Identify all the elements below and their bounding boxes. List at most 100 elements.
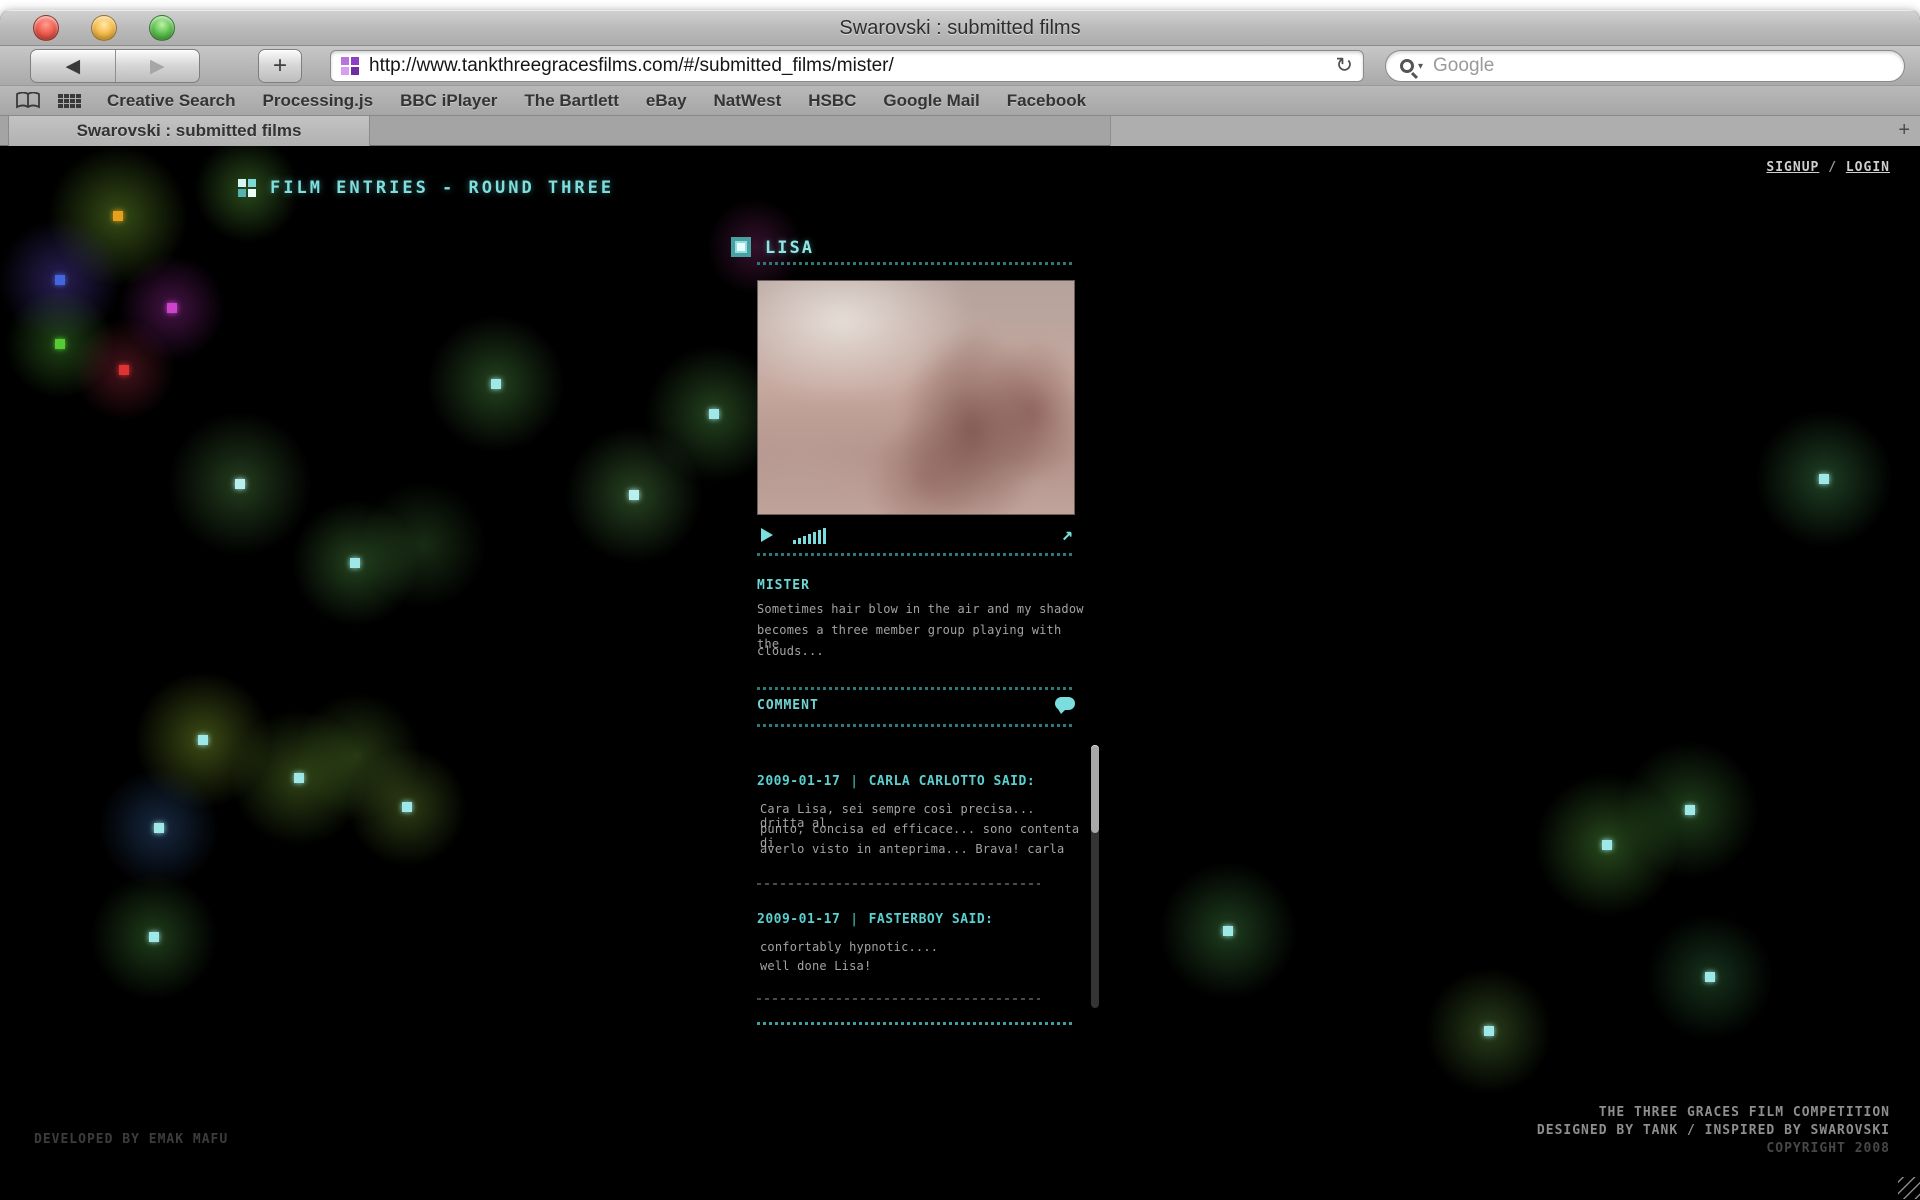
comment-header-separator: | — [850, 912, 859, 927]
film-entry-dot[interactable] — [629, 490, 639, 500]
new-tab-button[interactable]: + — [1898, 119, 1910, 142]
bookmark-items: Creative Search Processing.js BBC iPlaye… — [107, 91, 1086, 111]
titlebar[interactable]: Swarovski : submitted films — [0, 10, 1920, 46]
comments-scrollbar[interactable] — [1091, 745, 1099, 1008]
film-dot-glow — [187, 146, 307, 250]
credit-line: THE THREE GRACES FILM COMPETITION — [1598, 1105, 1890, 1120]
scrollbar-thumb[interactable] — [1091, 745, 1099, 833]
film-entry-dot[interactable] — [1705, 972, 1715, 982]
film-entry-dot[interactable] — [55, 275, 65, 285]
comment-separator-dashed — [757, 998, 1040, 1000]
film-entry-dot[interactable] — [294, 773, 304, 783]
film-entry-dot[interactable] — [1602, 840, 1612, 850]
bookmark-creative-search[interactable]: Creative Search — [107, 91, 236, 111]
search-placeholder[interactable]: Google — [1433, 55, 1494, 77]
forward-button[interactable]: ▶ — [114, 50, 200, 82]
add-bookmark-button[interactable]: + — [258, 49, 302, 83]
comment-bubble-icon[interactable] — [1055, 697, 1075, 714]
film-entry-dot[interactable] — [1685, 805, 1695, 815]
auth-links: SIGNUP / LOGIN — [1766, 160, 1890, 175]
film-author-name: LISA — [765, 238, 814, 258]
search-options-caret-icon[interactable]: ▾ — [1418, 61, 1423, 72]
film-entry-dot[interactable] — [198, 735, 208, 745]
browser-window: Swarovski : submitted films ◀ ▶ + http:/… — [0, 10, 1920, 1200]
bookmark-bbc-iplayer[interactable]: BBC iPlayer — [400, 91, 497, 111]
comment-header: 2009-01-17 | CARLA CARLOTTO SAID: — [757, 774, 1035, 789]
film-entry-dot[interactable] — [1223, 926, 1233, 936]
play-icon[interactable] — [761, 528, 773, 542]
comment-date: 2009-01-17 — [757, 912, 841, 927]
tab-title: Swarovski : submitted films — [76, 121, 302, 140]
bookmarks-book-icon[interactable] — [16, 92, 40, 109]
auth-separator: / — [1819, 160, 1846, 175]
developed-by-credit: DEVELOPED BY EMAK MAFU — [34, 1132, 229, 1147]
credit-line: DESIGNED BY TANK / INSPIRED BY SWAROVSKI — [1536, 1123, 1890, 1138]
divider-dotted — [757, 262, 1075, 265]
address-bar[interactable]: http://www.tankthreegracesfilms.com/#/su… — [330, 50, 1364, 82]
search-input[interactable]: ▾ Google — [1385, 50, 1905, 82]
film-title: MISTER — [757, 578, 810, 593]
collections-grid-icon[interactable] — [58, 93, 81, 108]
login-link[interactable]: LOGIN — [1846, 160, 1890, 175]
bookmark-processing-js[interactable]: Processing.js — [263, 91, 374, 111]
page-heading-text: FILM ENTRIES - ROUND THREE — [270, 178, 615, 198]
comment-text-line: averlo visto in anteprima... Brava! carl… — [760, 842, 1065, 856]
comment-section-label: COMMENT — [757, 698, 819, 713]
film-entry-dot[interactable] — [113, 211, 123, 221]
film-dot-glow — [0, 210, 130, 350]
film-entry-dot[interactable] — [491, 379, 501, 389]
film-entry-dot[interactable] — [350, 558, 360, 568]
film-dot-glow — [38, 146, 198, 296]
film-description-line: clouds... — [757, 644, 824, 658]
fullscreen-arrow-icon[interactable]: ↗ — [1062, 523, 1073, 545]
site-credits: THE THREE GRACES FILM COMPETITION DESIGN… — [1537, 1104, 1890, 1158]
film-entry-dot[interactable] — [1484, 1026, 1494, 1036]
bookmark-google-mail[interactable]: Google Mail — [883, 91, 979, 111]
film-description-line: Sometimes hair blow in the air and my sh… — [757, 602, 1084, 616]
search-magnifier-icon — [1400, 59, 1414, 73]
tab-bar: Swarovski : submitted films + — [0, 116, 1920, 146]
url-text[interactable]: http://www.tankthreegracesfilms.com/#/su… — [369, 55, 894, 77]
comment-author: FASTERBOY SAID: — [868, 912, 994, 927]
comment-header-separator: | — [850, 774, 859, 789]
divider-dotted — [757, 687, 1075, 690]
tab-swarovski-submitted-films[interactable]: Swarovski : submitted films — [8, 116, 370, 146]
film-entry-dot[interactable] — [149, 932, 159, 942]
volume-bars-icon[interactable] — [793, 528, 826, 544]
film-entry-dot[interactable] — [154, 823, 164, 833]
divider-dotted — [757, 553, 1075, 556]
toolbar: ◀ ▶ + http://www.tankthreegracesfilms.co… — [0, 46, 1920, 86]
reload-icon[interactable]: ↻ — [1335, 53, 1353, 78]
comment-separator-dashed — [757, 883, 1040, 885]
window-resize-grip[interactable] — [1898, 1177, 1920, 1199]
comment-header: 2009-01-17 | FASTERBOY SAID: — [757, 912, 994, 927]
panel-bottom-dotted — [757, 1022, 1075, 1025]
film-entry-dot[interactable] — [119, 365, 129, 375]
bookmarks-bar: Creative Search Processing.js BBC iPlaye… — [0, 86, 1920, 116]
film-entry-dot[interactable] — [402, 802, 412, 812]
back-button[interactable]: ◀ — [31, 50, 115, 82]
film-entry-dot[interactable] — [1819, 474, 1829, 484]
divider-dotted — [757, 724, 1075, 727]
film-entry-dot[interactable] — [55, 339, 65, 349]
comment-text-line: well done Lisa! — [760, 959, 872, 973]
bookmark-the-bartlett[interactable]: The Bartlett — [524, 91, 618, 111]
site-favicon-icon — [341, 57, 359, 75]
bookmark-natwest[interactable]: NatWest — [714, 91, 782, 111]
entries-cluster-icon — [238, 179, 256, 197]
signup-link[interactable]: SIGNUP — [1766, 160, 1819, 175]
video-player[interactable] — [757, 280, 1075, 515]
page-heading: FILM ENTRIES - ROUND THREE — [238, 178, 614, 198]
bookmark-facebook[interactable]: Facebook — [1007, 91, 1086, 111]
film-entry-dot[interactable] — [235, 479, 245, 489]
video-still-image — [758, 281, 1074, 514]
film-entry-dot[interactable] — [167, 303, 177, 313]
nav-buttons: ◀ ▶ — [30, 49, 200, 83]
player-controls: ↗ — [757, 523, 1075, 547]
bookmark-ebay[interactable]: eBay — [646, 91, 687, 111]
comment-date: 2009-01-17 — [757, 774, 841, 789]
film-marker-icon[interactable] — [731, 237, 751, 257]
credit-line: COPYRIGHT 2008 — [1766, 1141, 1890, 1156]
bookmark-hsbc[interactable]: HSBC — [808, 91, 856, 111]
film-entry-dot[interactable] — [709, 409, 719, 419]
